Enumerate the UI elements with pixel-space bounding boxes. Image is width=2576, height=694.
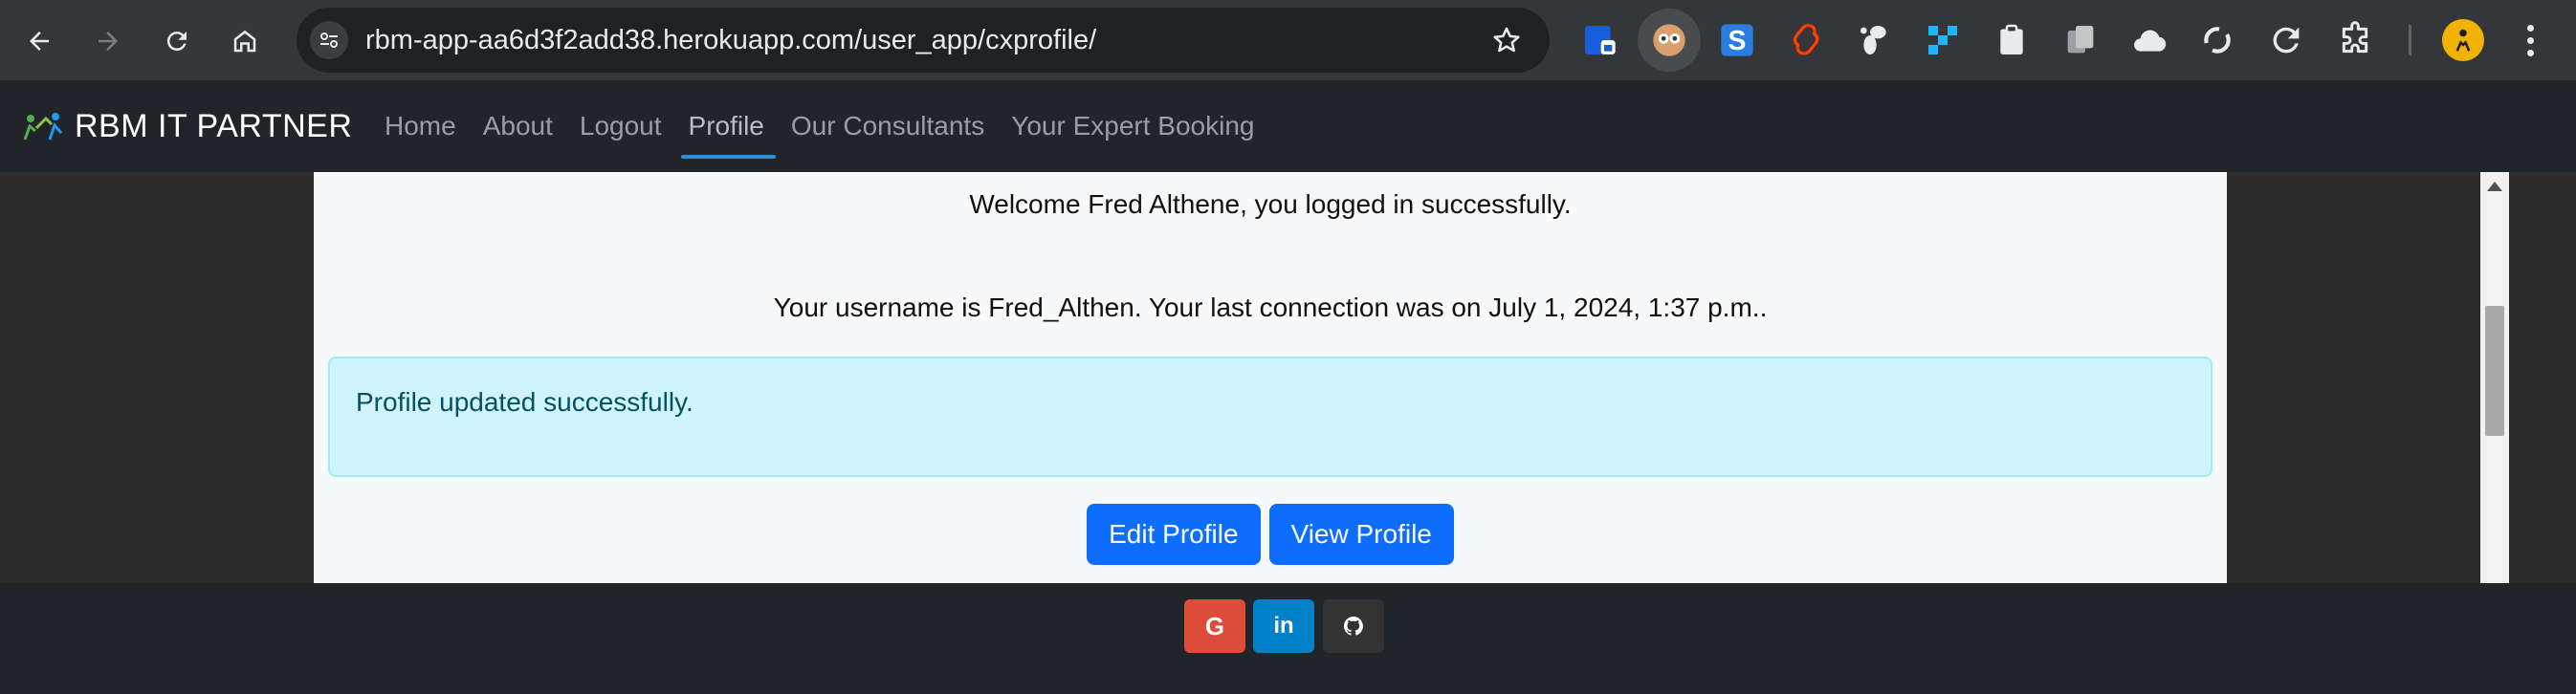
brand-logo-icon xyxy=(23,113,63,141)
nav-link-about[interactable]: About xyxy=(470,80,566,172)
browser-toolbar: rbm-app-aa6d3f2add38.herokuapp.com/user_… xyxy=(0,0,2576,80)
s-extension-icon[interactable]: S xyxy=(1716,19,1758,61)
profile-avatar-icon[interactable] xyxy=(2442,19,2484,61)
pixel-extension-icon[interactable] xyxy=(1922,19,1964,61)
refresh-extension-icon[interactable] xyxy=(2265,19,2307,61)
github-icon xyxy=(1343,616,1363,636)
site-footer: G in xyxy=(0,583,2576,694)
nav-link-logout[interactable]: Logout xyxy=(566,80,675,172)
linkedin-button[interactable]: in xyxy=(1253,599,1314,653)
gnome-extension-icon[interactable] xyxy=(1854,19,1896,61)
cloud-extension-icon[interactable] xyxy=(2128,19,2170,61)
nav-link-your-expert-booking[interactable]: Your Expert Booking xyxy=(998,80,1267,172)
forward-icon xyxy=(99,32,118,51)
reload-icon xyxy=(166,32,187,52)
home-icon xyxy=(233,30,256,53)
brand-name[interactable]: RBM IT PARTNER xyxy=(75,108,352,145)
nav-links: Home About Logout Profile Our Consultant… xyxy=(371,80,1267,172)
bookmark-star-icon[interactable] xyxy=(1490,24,1523,56)
nav-link-our-consultants[interactable]: Our Consultants xyxy=(778,80,998,172)
alert-message: Profile updated successfully. xyxy=(356,387,694,417)
back-icon xyxy=(30,32,49,51)
clipboard-extension-icon[interactable] xyxy=(1991,19,2033,61)
home-button[interactable] xyxy=(220,16,270,66)
toolbar-separator xyxy=(2409,25,2411,55)
site-navbar: RBM IT PARTNER Home About Logout Profile… xyxy=(0,80,2576,172)
url-text[interactable]: rbm-app-aa6d3f2add38.herokuapp.com/user_… xyxy=(365,8,1096,73)
welcome-message: Welcome Fred Althene, you logged in succ… xyxy=(969,189,1572,219)
reload-button[interactable] xyxy=(152,16,202,66)
forward-button[interactable] xyxy=(83,16,133,66)
svelte-extension-icon[interactable] xyxy=(1785,19,1827,61)
copy-extension-icon[interactable] xyxy=(2059,19,2102,61)
site-settings-icon[interactable] xyxy=(310,21,348,59)
linkedin-icon: in xyxy=(1273,613,1294,639)
address-bar[interactable]: rbm-app-aa6d3f2add38.herokuapp.com/user_… xyxy=(297,8,1550,73)
back-button[interactable] xyxy=(14,16,64,66)
view-profile-button[interactable]: View Profile xyxy=(1268,504,1454,565)
owl-extension-icon[interactable] xyxy=(1648,19,1690,61)
page-scrollbar[interactable] xyxy=(2480,172,2509,583)
success-alert: Profile updated successfully. xyxy=(328,357,2213,477)
scroll-thumb[interactable] xyxy=(2485,306,2504,436)
brand[interactable]: RBM IT PARTNER xyxy=(21,80,352,172)
user-info-message: Your username is Fred_Althen. Your last … xyxy=(773,293,1768,322)
svg-text:S: S xyxy=(1728,26,1747,56)
page-content: Welcome Fred Althene, you logged in succ… xyxy=(0,172,2576,583)
profile-actions: Edit Profile View Profile xyxy=(314,504,2227,565)
edit-profile-button[interactable]: Edit Profile xyxy=(1087,504,1261,565)
nav-link-profile[interactable]: Profile xyxy=(675,80,778,172)
profile-card: Welcome Fred Althene, you logged in succ… xyxy=(314,172,2227,583)
github-button[interactable] xyxy=(1323,599,1384,653)
scroll-up-arrow-icon[interactable] xyxy=(2487,182,2502,191)
nav-link-home[interactable]: Home xyxy=(371,80,470,172)
google-button[interactable]: G xyxy=(1184,599,1245,653)
menu-icon[interactable] xyxy=(2516,19,2544,61)
bitwarden-extension-icon[interactable] xyxy=(1578,19,1620,61)
extensions-icon[interactable] xyxy=(2334,19,2376,61)
google-icon: G xyxy=(1204,611,1225,640)
sync-extension-icon[interactable] xyxy=(2196,19,2238,61)
